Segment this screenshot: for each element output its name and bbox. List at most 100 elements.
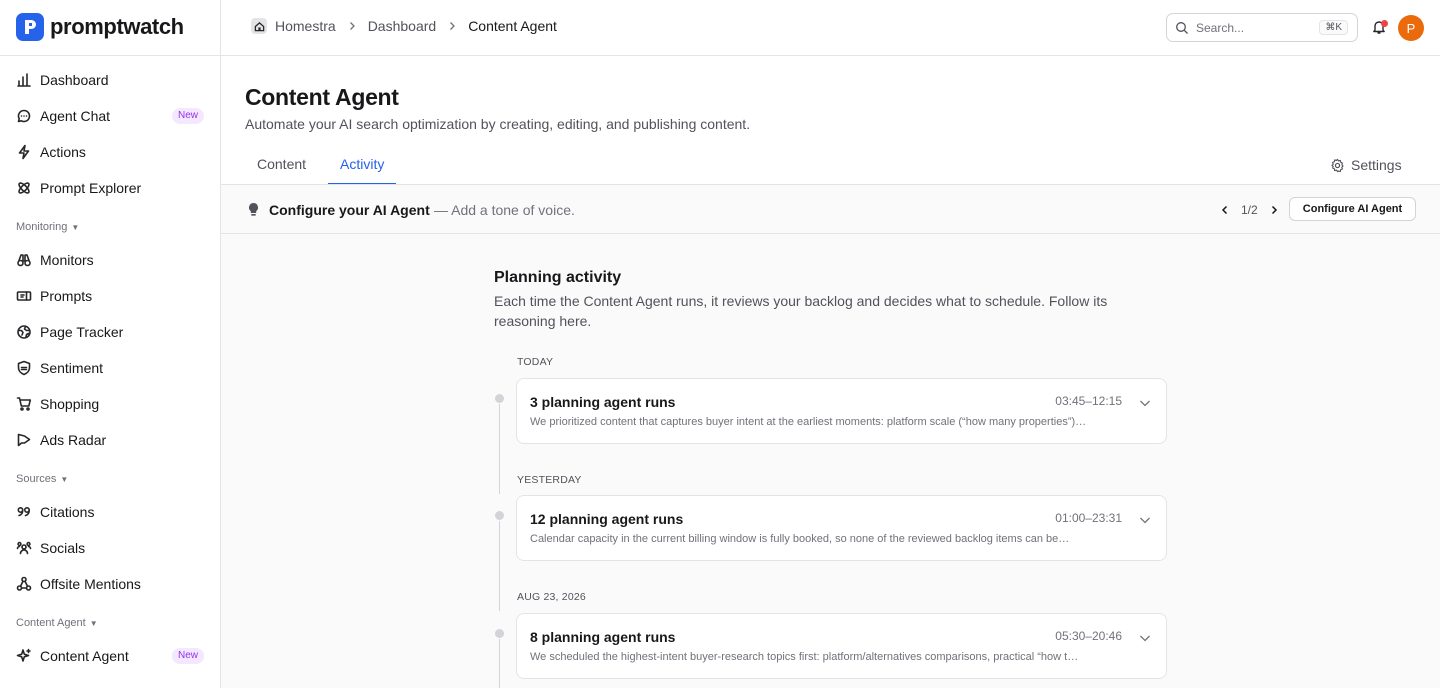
shield-icon <box>16 360 32 376</box>
caret-down-icon: ▼ <box>89 618 98 628</box>
promptwatch-logo-icon <box>16 13 44 41</box>
cart-icon <box>16 396 32 412</box>
sidebar-item-label: Ads Radar <box>40 432 107 448</box>
sidebar-item-label: Dashboard <box>40 72 109 88</box>
search-input[interactable]: Search... ⌘K <box>1166 13 1358 42</box>
tab-content[interactable]: Content <box>245 156 318 185</box>
breadcrumb-dashboard[interactable]: Dashboard <box>368 18 437 34</box>
pager-count: 1/2 <box>1241 203 1258 217</box>
section-label: Content Agent <box>16 617 86 629</box>
sidebar-item-offsite-mentions[interactable]: Offsite Mentions <box>8 568 213 600</box>
sidebar-item-page-tracker[interactable]: Page Tracker <box>8 316 213 348</box>
sidebar-item-content-agent[interactable]: Content Agent New <box>8 640 213 672</box>
timeline-dot <box>495 394 504 403</box>
share-icon <box>16 576 32 592</box>
sidebar-item-sentiment[interactable]: Sentiment <box>8 352 213 384</box>
breadcrumb-workspace[interactable]: Homestra <box>275 18 336 34</box>
day-label: YESTERDAY <box>517 474 582 486</box>
search-icon <box>1176 21 1188 34</box>
sidebar-item-actions[interactable]: Actions <box>8 136 213 168</box>
planning-activity-subtitle: Each time the Content Agent runs, it rev… <box>494 293 1108 329</box>
activity-card[interactable]: 3 planning agent runs 03:45–12:15 We pri… <box>516 378 1167 444</box>
section-sources[interactable]: Sources ▼ <box>16 473 68 485</box>
sidebar-item-label: Prompt Explorer <box>40 180 142 196</box>
bar-chart-icon <box>16 72 32 88</box>
prompt-icon <box>16 288 32 304</box>
sidebar-item-dashboard[interactable]: Dashboard <box>8 64 213 96</box>
activity-card[interactable]: 12 planning agent runs 01:00–23:31 Calen… <box>516 495 1167 561</box>
chevron-down-icon[interactable] <box>1138 513 1152 527</box>
chevron-right-icon <box>346 20 358 32</box>
binoculars-icon <box>16 252 32 268</box>
chat-bubble-icon <box>16 108 32 124</box>
section-monitoring[interactable]: Monitoring ▼ <box>16 221 79 233</box>
chevron-left-icon[interactable] <box>1217 202 1233 218</box>
gear-icon <box>1331 158 1344 172</box>
timeline-line <box>499 404 500 494</box>
sidebar-item-label: Content Agent <box>40 648 129 664</box>
chevron-down-icon[interactable] <box>1138 631 1152 645</box>
chevron-right-icon[interactable] <box>1266 202 1282 218</box>
section-label: Monitoring <box>16 221 68 233</box>
quote-icon <box>16 504 32 520</box>
sidebar-divider <box>0 55 220 56</box>
new-badge: New <box>171 648 204 664</box>
sidebar-item-label: Actions <box>40 144 86 160</box>
sidebar-item-label: Monitors <box>40 252 94 268</box>
top-bar: Homestra Dashboard Content Agent Search.… <box>221 0 1440 56</box>
chevron-down-icon[interactable] <box>1138 396 1152 410</box>
globe-icon <box>16 324 32 340</box>
sidebar-item-prompts[interactable]: Prompts <box>8 280 213 312</box>
users-icon <box>16 540 32 556</box>
card-time-range: 01:00–23:31 <box>1055 511 1122 525</box>
settings-button[interactable]: Settings <box>1330 157 1402 173</box>
logo[interactable]: promptwatch <box>16 13 184 41</box>
card-summary: We scheduled the highest-intent buyer-re… <box>530 651 1079 663</box>
timeline-line <box>499 639 500 688</box>
search-placeholder: Search... <box>1196 20 1245 35</box>
breadcrumb: Homestra Dashboard Content Agent <box>251 18 557 34</box>
section-content-agent[interactable]: Content Agent ▼ <box>16 617 98 629</box>
sidebar-item-socials[interactable]: Socials <box>8 532 213 564</box>
megaphone-icon <box>16 432 32 448</box>
planning-activity-title: Planning activity <box>494 269 622 286</box>
sidebar-item-label: Sentiment <box>40 360 104 376</box>
atom-icon <box>16 180 32 196</box>
configure-ai-agent-button[interactable]: Configure AI Agent <box>1289 197 1416 221</box>
card-title: 8 planning agent runs <box>530 629 676 645</box>
section-label: Sources <box>16 473 57 485</box>
banner-title: Configure your AI Agent <box>269 202 430 218</box>
card-title: 12 planning agent runs <box>530 511 684 527</box>
sidebar-item-monitors[interactable]: Monitors <box>8 244 213 276</box>
card-summary: We prioritized content that captures buy… <box>530 416 1087 428</box>
notification-dot <box>1381 20 1388 27</box>
breadcrumb-current: Content Agent <box>468 18 557 34</box>
day-label: TODAY <box>517 356 554 368</box>
sidebar-item-citations[interactable]: Citations <box>8 496 213 528</box>
new-badge: New <box>171 108 204 124</box>
configure-banner: Configure your AI Agent — Add a tone of … <box>221 185 1440 234</box>
tab-activity[interactable]: Activity <box>328 156 397 185</box>
sidebar-item-prompt-explorer[interactable]: Prompt Explorer <box>8 172 213 204</box>
sidebar-item-ads-radar[interactable]: Ads Radar <box>8 424 213 456</box>
caret-down-icon: ▼ <box>71 222 80 232</box>
card-title: 3 planning agent runs <box>530 394 676 410</box>
sidebar-item-label: Socials <box>40 540 86 556</box>
sidebar-item-label: Agent Chat <box>40 108 111 124</box>
avatar[interactable]: P <box>1398 15 1424 41</box>
sidebar-item-agent-chat[interactable]: Agent Chat New <box>8 100 213 132</box>
banner-pager: 1/2 <box>1217 202 1282 218</box>
sidebar-item-shopping[interactable]: Shopping <box>8 388 213 420</box>
lightbulb-icon <box>249 203 258 216</box>
card-summary: Calendar capacity in the current billing… <box>530 533 1070 545</box>
settings-label: Settings <box>1351 157 1402 173</box>
timeline-dot <box>495 511 504 520</box>
banner-description: — Add a tone of voice. <box>434 202 575 218</box>
timeline-line <box>499 521 500 611</box>
timeline-dot <box>495 629 504 638</box>
day-label: AUG 23, 2026 <box>517 591 586 603</box>
card-time-range: 05:30–20:46 <box>1055 629 1122 643</box>
page-title: Content Agent <box>245 84 399 110</box>
sidebar-item-label: Page Tracker <box>40 324 124 340</box>
activity-card[interactable]: 8 planning agent runs 05:30–20:46 We sch… <box>516 613 1167 679</box>
